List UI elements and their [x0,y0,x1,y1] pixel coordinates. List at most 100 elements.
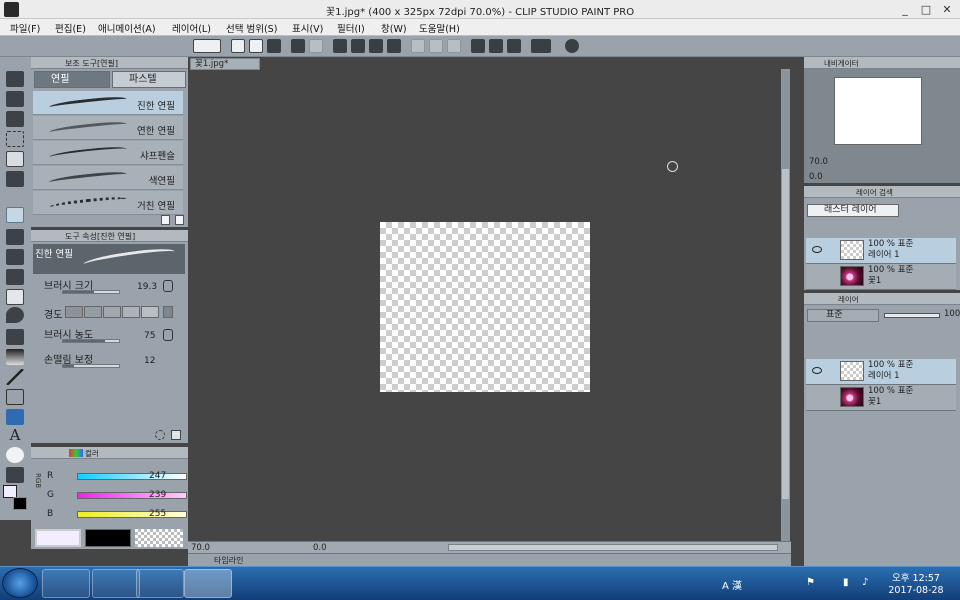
menu-view[interactable]: 표시(V) [292,21,323,35]
minimize-button[interactable]: _ [896,2,914,17]
timeline-label[interactable]: 타임라인 [214,555,243,566]
menu-layer[interactable]: 레이어(L) [172,21,211,35]
start-button[interactable] [2,568,38,598]
pen-tool-icon[interactable] [6,207,24,223]
trash-icon[interactable] [175,215,184,225]
navigator-tab[interactable]: 내비게이터 [824,58,859,69]
menu-help[interactable]: 도움말(H) [419,21,460,35]
show-selection-icon[interactable] [447,39,461,53]
eraser-tool-icon[interactable] [6,289,24,305]
save-icon[interactable] [267,39,281,53]
layer-row[interactable]: 100 % 표준 꽃1 [806,385,956,411]
tab-pencil[interactable]: 연필 [34,71,110,88]
layer-tab[interactable]: 레이어 [838,294,859,305]
horizontal-scrollbar[interactable] [448,544,778,551]
pressure-icon[interactable] [163,280,173,292]
navigator-angle[interactable]: 0.0 [809,172,823,182]
canvas-paper[interactable] [380,222,590,392]
menu-animation[interactable]: 애니메이션(A) [98,21,156,35]
r-slider[interactable] [77,473,187,480]
pencil-tool-icon[interactable] [6,229,24,245]
b-slider[interactable] [77,511,187,518]
menu-edit[interactable]: 편집(E) [55,21,86,35]
fill-icon[interactable] [369,39,383,53]
settings-dropdown-icon[interactable] [531,39,551,53]
auto-select-tool-icon[interactable] [6,151,24,167]
selection-tool-icon[interactable] [6,131,24,147]
menu-file[interactable]: 파일(F) [10,21,40,35]
layer-search-tab[interactable]: 레이어 검색 [856,187,893,198]
transform-icon[interactable] [387,39,401,53]
menu-filter[interactable]: 필터(I) [337,21,365,35]
eye-icon[interactable] [812,246,822,253]
document-tab[interactable]: 꽃1.jpg* [190,58,260,70]
clip-studio-taskbar-icon[interactable] [184,569,232,598]
close-button[interactable]: ✕ [938,2,956,17]
text-tool-icon[interactable]: A [6,427,24,443]
eyedropper-tool-icon[interactable] [6,171,24,187]
brush-item-mechanical-pencil[interactable]: 샤프펜슬 [33,141,183,165]
gradient-tool-icon[interactable] [6,349,24,365]
sub-color-swatch[interactable] [13,497,27,510]
stabilization-slider[interactable] [62,364,120,368]
navigator-zoom[interactable]: 70.0 [809,157,828,167]
deselect-icon[interactable] [411,39,425,53]
density-pressure-icon[interactable] [163,329,173,341]
sub-color-chip[interactable] [85,529,131,547]
angle-value[interactable]: 0.0 [313,543,327,553]
blend-mode-select[interactable]: 표준 [807,309,879,322]
brush-item-dark-pencil[interactable]: 진한 연필 [33,91,183,115]
zoom-tool-icon[interactable] [6,71,24,87]
tab-pastel[interactable]: 파스텔 [112,71,186,88]
invert-selection-icon[interactable] [429,39,443,53]
hand-tool-icon[interactable] [6,91,24,107]
brush-item-color-pencil[interactable]: 색연필 [33,166,183,190]
clear-icon[interactable] [333,39,347,53]
color-tab-label[interactable]: 컬러 [85,448,99,459]
brush-tool-icon[interactable] [6,249,24,265]
undo-icon[interactable] [291,39,305,53]
explorer-taskbar-icon[interactable] [92,569,140,598]
balloon-tool-icon[interactable] [6,447,24,463]
blend-tool-icon[interactable] [6,307,24,323]
fill-tool-icon[interactable] [6,329,24,345]
volume-icon[interactable]: ♪ [862,577,868,588]
zoom-value[interactable]: 70.0 [191,543,210,553]
help-icon[interactable] [565,39,579,53]
layer-opacity-slider[interactable] [884,313,940,318]
new-file-icon[interactable] [231,39,245,53]
wrench-icon[interactable] [171,430,181,440]
main-color-chip[interactable] [35,529,81,547]
figure-tool-icon[interactable] [6,369,24,385]
airbrush-tool-icon[interactable] [6,269,24,285]
ime-indicator[interactable]: A 漢 [722,577,742,592]
new-subtool-icon[interactable] [161,215,170,225]
layer-search-row[interactable]: 100 % 표준 꽃1 [806,264,956,290]
open-file-icon[interactable] [249,39,263,53]
layer-row[interactable]: 100 % 표준 레이어 1 [806,359,956,385]
tool-settings-icon[interactable] [155,430,165,440]
ie-taskbar-icon[interactable] [42,569,90,598]
layer-opacity-value[interactable]: 100 [944,309,960,319]
menu-selection[interactable]: 선택 범위(S) [226,21,277,35]
snap-ruler-icon[interactable] [471,39,485,53]
network-icon[interactable]: ▮ [843,577,849,588]
hardness-selector[interactable] [65,306,175,318]
vertical-scrollbar[interactable] [781,69,790,541]
maximize-button[interactable]: □ [917,2,935,17]
frame-tool-icon[interactable] [6,389,24,405]
layer-type-filter[interactable]: 래스터 레이어 [807,204,899,217]
g-slider[interactable] [77,492,187,499]
flag-icon[interactable]: ⚑ [806,577,815,588]
brush-item-rough-pencil[interactable]: 거친 연필 [33,191,183,215]
operation-tool-icon[interactable] [6,111,24,127]
taskbar-clock[interactable]: 오후 12:57 2017-08-28 [886,573,946,597]
correct-line-tool-icon[interactable] [6,467,24,483]
redo-icon[interactable] [309,39,323,53]
clear-outside-icon[interactable] [351,39,365,53]
transparent-color-chip[interactable] [135,529,183,547]
ruler-tool-icon[interactable] [6,409,24,425]
menu-window[interactable]: 창(W) [381,21,407,35]
brush-size-slider[interactable] [62,290,120,294]
navigator-thumbnail[interactable] [834,77,922,145]
